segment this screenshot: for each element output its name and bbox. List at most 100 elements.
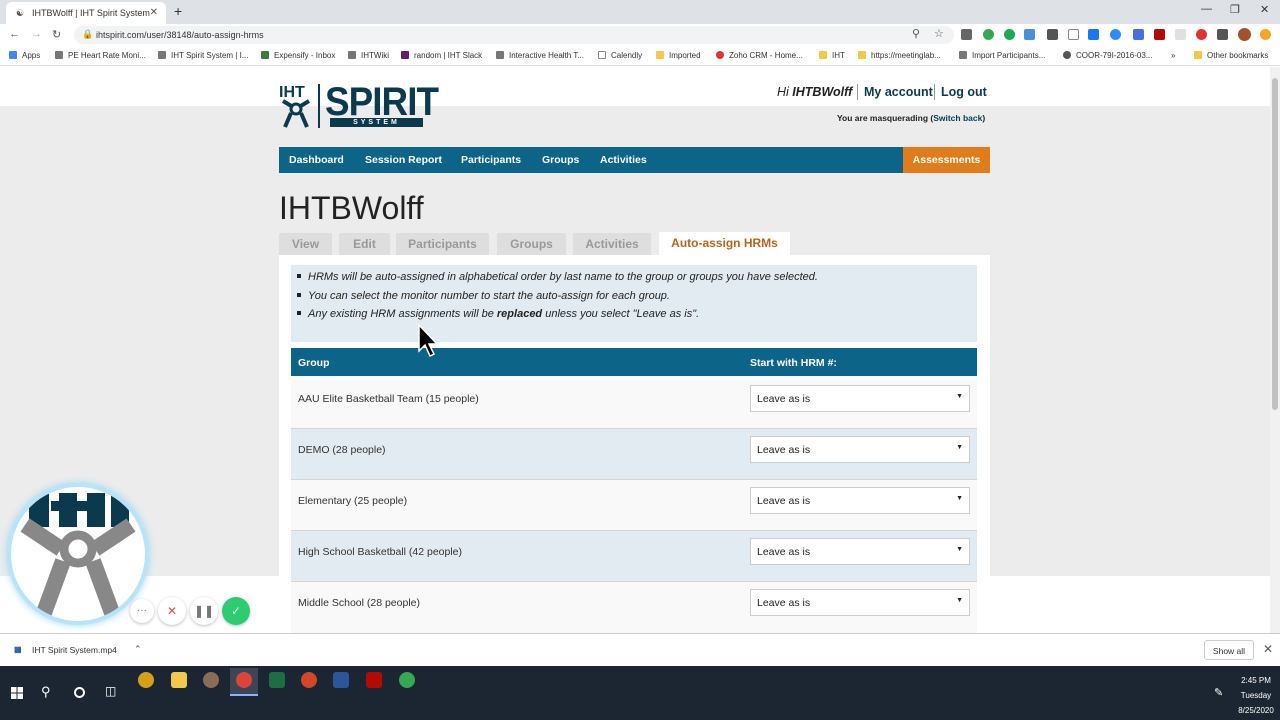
extension-arrows-icon[interactable]	[1175, 29, 1186, 40]
minimize-icon[interactable]: —	[1201, 3, 1212, 15]
extension-target-icon[interactable]	[1196, 29, 1207, 40]
browser-tab[interactable]: ☯ IHTBWolff | IHT Spirit System ✕	[6, 2, 166, 24]
new-tab-icon[interactable]: +	[174, 3, 182, 19]
close-download-bar-icon[interactable]: ✕	[1263, 642, 1273, 656]
dropdown-caret-icon: ▼	[956, 546, 963, 553]
download-filename[interactable]: IHT Spirit System.mp4	[32, 645, 117, 655]
nav-groups[interactable]: Groups	[542, 154, 579, 166]
bookmark-item[interactable]: random | IHT Slack	[401, 51, 482, 60]
hrm-start-select[interactable]: Leave as is ▼	[750, 385, 970, 412]
switch-back-link[interactable]: Switch back	[933, 113, 982, 123]
windows-start-icon[interactable]	[11, 687, 23, 699]
download-bar	[0, 633, 1280, 666]
powerpoint-icon[interactable]	[301, 672, 317, 688]
bookmark-item[interactable]: IHT Spirit System | I...	[158, 51, 249, 60]
tab-activities[interactable]: Activities	[573, 233, 651, 255]
hrm-start-select[interactable]: Leave as is ▼	[750, 436, 970, 463]
restore-icon[interactable]: ❐	[1230, 3, 1240, 16]
file-explorer-icon[interactable]	[171, 672, 187, 688]
excel-icon[interactable]	[269, 672, 285, 688]
dropdown-caret-icon: ▼	[956, 444, 963, 451]
my-account-link[interactable]: My account	[864, 85, 933, 99]
back-icon[interactable]: ←	[9, 28, 20, 40]
extension-drive-icon[interactable]	[983, 29, 994, 40]
greeting: Hi IHTBWolff	[777, 85, 853, 99]
update-icon[interactable]	[1260, 29, 1271, 40]
bookmark-item[interactable]: https://meetinglab...	[858, 51, 941, 60]
extension-new-icon[interactable]	[1088, 29, 1099, 40]
finish-recording-icon[interactable]: ✓	[222, 597, 250, 625]
close-tab-icon[interactable]: ✕	[150, 7, 158, 18]
bookmark-item[interactable]: Expensify - Inbox	[261, 51, 335, 60]
webcam-bubble[interactable]	[7, 483, 149, 625]
apps-grid-icon	[9, 51, 17, 59]
nav-session-report[interactable]: Session Report	[365, 154, 442, 166]
pause-recording-icon[interactable]: ❚❚	[190, 597, 218, 625]
bookmark-apps[interactable]: Apps	[9, 51, 40, 60]
hrm-start-select[interactable]: Leave as is ▼	[750, 589, 970, 616]
tab-participants[interactable]: Participants	[396, 233, 489, 255]
taskbar-clock[interactable]: 2:45 PM Tuesday 8/25/2020	[1236, 673, 1276, 718]
nav-participants[interactable]: Participants	[461, 154, 521, 166]
extension-page-icon[interactable]	[1068, 29, 1079, 40]
bookmark-item[interactable]: IHTWiki	[348, 51, 389, 60]
show-all-button[interactable]: Show all	[1204, 640, 1254, 660]
tab-groups[interactable]: Groups	[497, 233, 566, 255]
download-options-icon[interactable]: ⌃	[134, 644, 142, 655]
chrome-icon[interactable]	[236, 672, 252, 688]
zoom-icon[interactable]: ⚲	[912, 27, 920, 40]
hrm-start-select[interactable]: Leave as is ▼	[750, 538, 970, 565]
extensions-puzzle-icon[interactable]	[1217, 29, 1228, 40]
tab-edit[interactable]: Edit	[339, 233, 390, 255]
task-view-icon[interactable]: ◫	[105, 684, 116, 698]
extension-pdf-icon[interactable]	[1154, 29, 1165, 40]
bookmark-item[interactable]: Calendly	[598, 51, 642, 60]
more-options-icon[interactable]: ···	[130, 599, 154, 623]
scrollbar-thumb[interactable]	[1272, 78, 1278, 410]
group-name: Middle School (28 people)	[298, 597, 420, 609]
url-bar[interactable]: 🔒 ihtspirit.com/user/38148/auto-assign-h…	[74, 26, 954, 44]
bookmark-item[interactable]: PE Heart Rate Moni...	[55, 51, 146, 60]
tab-auto-assign-hrms[interactable]: Auto-assign HRMs	[659, 232, 790, 255]
extension-shield-icon[interactable]	[1047, 29, 1058, 40]
bookmark-item[interactable]: Interactive Health T...	[496, 51, 584, 60]
extension-grammarly-icon[interactable]	[1004, 29, 1015, 40]
window-close-icon[interactable]: ✕	[1260, 3, 1269, 16]
bookmark-favicon-icon	[598, 51, 606, 59]
nav-assessments[interactable]: Assessments	[903, 147, 990, 173]
profile-avatar[interactable]	[1238, 28, 1251, 41]
extension-calendar-icon[interactable]	[1024, 29, 1035, 40]
taskbar-user-app-icon[interactable]	[203, 672, 219, 688]
bookmark-other[interactable]: Other bookmarks	[1194, 51, 1268, 60]
log-out-link[interactable]: Log out	[941, 85, 987, 99]
tab-view[interactable]: View	[279, 233, 332, 255]
extension-zoom-icon[interactable]	[1110, 29, 1121, 40]
search-icon[interactable]: ⚲	[41, 684, 51, 700]
nav-activities[interactable]: Activities	[600, 154, 647, 166]
nav-dashboard[interactable]: Dashboard	[289, 154, 344, 166]
extension-mail-icon[interactable]	[961, 29, 972, 40]
word-icon[interactable]	[333, 672, 349, 688]
taskbar-app-icon[interactable]	[138, 672, 154, 688]
bookmark-folder[interactable]: IHT	[819, 51, 845, 60]
iht-logo-icon[interactable]: IHT	[279, 83, 313, 129]
reload-icon[interactable]: ↻	[52, 28, 61, 41]
cortana-icon[interactable]	[74, 687, 85, 698]
extension-puzzle-blue-icon[interactable]	[1133, 29, 1144, 40]
bookmark-item[interactable]: COOR-79I-2016-03...	[1063, 51, 1152, 60]
bookmark-favicon-icon	[496, 51, 504, 59]
bookmark-item[interactable]: Import Participants...	[959, 51, 1045, 60]
chrome-alt-icon[interactable]	[399, 672, 415, 688]
bookmark-folder[interactable]: Imported	[656, 51, 701, 60]
bookmark-star-icon[interactable]: ☆	[934, 27, 944, 40]
bookmark-item[interactable]: Zoho CRM - Home...	[716, 51, 803, 60]
url-text: ihtspirit.com/user/38148/auto-assign-hrm…	[96, 30, 264, 40]
pen-icon[interactable]: ✎	[1214, 686, 1223, 699]
bookmarks-overflow-icon[interactable]: »	[1171, 51, 1175, 60]
cancel-recording-icon[interactable]: ✕	[158, 597, 186, 625]
acrobat-icon[interactable]	[366, 672, 382, 688]
column-header-group: Group	[298, 357, 330, 369]
forward-icon[interactable]: →	[31, 28, 42, 40]
hrm-start-select[interactable]: Leave as is ▼	[750, 487, 970, 514]
main-nav: Dashboard Session Report Participants Gr…	[279, 147, 990, 173]
